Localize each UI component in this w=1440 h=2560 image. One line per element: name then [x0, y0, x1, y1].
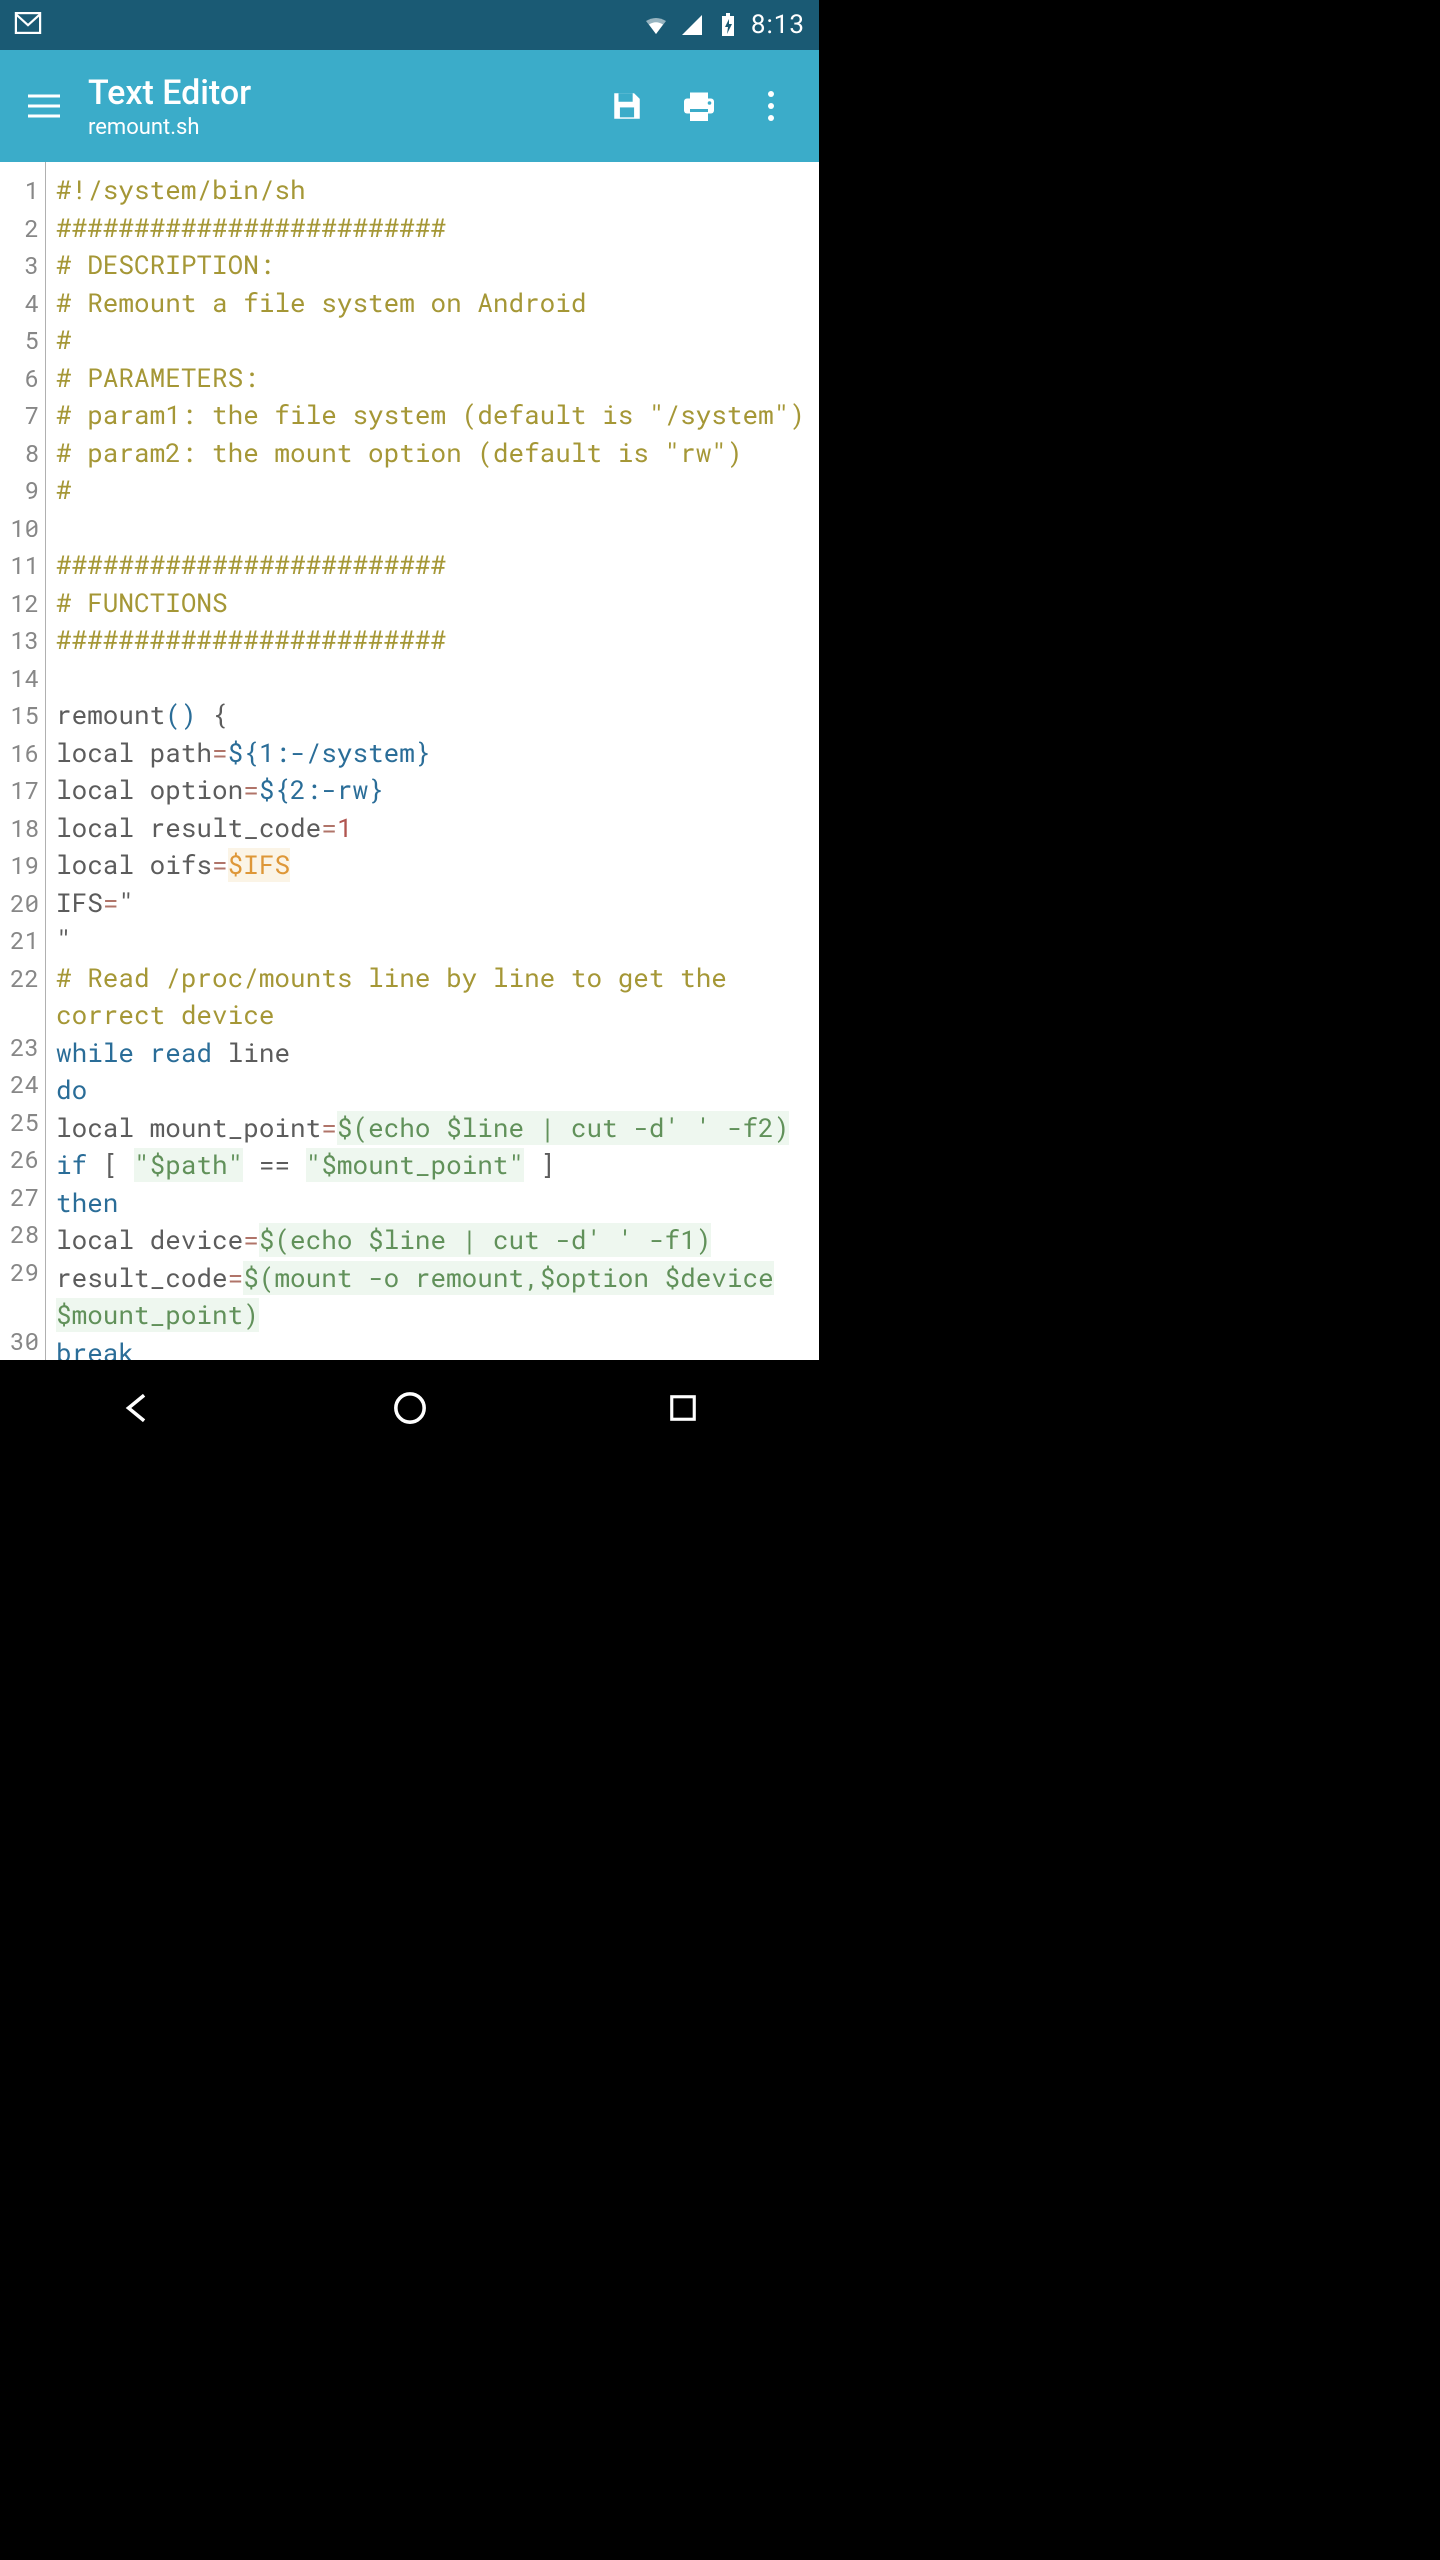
code-line[interactable]: local result_code=1 [56, 810, 809, 848]
code-line[interactable]: remount() { [56, 697, 809, 735]
more-vert-icon [767, 89, 775, 123]
line-number: 2 [0, 210, 45, 248]
editor-area[interactable]: 1234567891011121314151617181920212223242… [0, 162, 819, 1360]
line-number: 22 [0, 960, 45, 1029]
code-line[interactable]: # Remount a file system on Android [56, 285, 809, 323]
code-line[interactable]: result_code=$(mount -o remount,$option $… [56, 1260, 809, 1335]
line-number: 9 [0, 472, 45, 510]
gmail-icon [14, 12, 42, 34]
title-block: Text Editor remount.sh [88, 73, 591, 140]
overflow-button[interactable] [745, 80, 797, 132]
line-number: 14 [0, 660, 45, 698]
line-number: 4 [0, 285, 45, 323]
line-number: 15 [0, 697, 45, 735]
code-line[interactable]: local device=$(echo $line | cut -d' ' -f… [56, 1222, 809, 1260]
code-line[interactable] [56, 510, 809, 548]
code-line[interactable]: # FUNCTIONS [56, 585, 809, 623]
line-number: 8 [0, 435, 45, 473]
code-line[interactable]: ######################### [56, 210, 809, 248]
nav-recent-button[interactable] [663, 1388, 703, 1428]
line-number: 3 [0, 247, 45, 285]
status-right: 8:13 [643, 10, 805, 40]
line-number: 1 [0, 172, 45, 210]
code-line[interactable]: # param1: the file system (default is "/… [56, 397, 809, 435]
wifi-icon [643, 13, 669, 37]
app-bar: Text Editor remount.sh [0, 50, 819, 162]
line-number: 17 [0, 772, 45, 810]
code-line[interactable] [56, 660, 809, 698]
battery-icon [715, 13, 741, 37]
status-bar: 8:13 [0, 0, 819, 50]
code-line[interactable]: IFS=" [56, 885, 809, 923]
line-number: 12 [0, 585, 45, 623]
code-line[interactable]: # PARAMETERS: [56, 360, 809, 398]
code-line[interactable]: ######################### [56, 547, 809, 585]
code-line[interactable]: then [56, 1185, 809, 1223]
line-number: 20 [0, 885, 45, 923]
line-number: 29 [0, 1254, 45, 1323]
line-gutter: 1234567891011121314151617181920212223242… [0, 162, 46, 1360]
code-line[interactable]: while read line [56, 1035, 809, 1073]
code-content[interactable]: #!/system/bin/sh########################… [46, 162, 819, 1360]
code-line[interactable]: # param2: the mount option (default is "… [56, 435, 809, 473]
recent-icon [668, 1393, 698, 1423]
app-title: Text Editor [88, 73, 591, 113]
code-line[interactable]: local oifs=$IFS [56, 847, 809, 885]
nav-back-button[interactable] [117, 1388, 157, 1428]
line-number: 6 [0, 360, 45, 398]
line-number: 19 [0, 847, 45, 885]
save-icon [610, 89, 644, 123]
line-number: 28 [0, 1216, 45, 1254]
back-icon [120, 1391, 154, 1425]
code-line[interactable]: # [56, 322, 809, 360]
line-number: 10 [0, 510, 45, 548]
line-number: 11 [0, 547, 45, 585]
line-number: 26 [0, 1141, 45, 1179]
action-bar [591, 80, 807, 132]
home-icon [393, 1391, 427, 1425]
code-line[interactable]: # [56, 472, 809, 510]
code-line[interactable]: local option=${2:-rw} [56, 772, 809, 810]
line-number: 7 [0, 397, 45, 435]
file-name: remount.sh [88, 115, 591, 140]
line-number: 24 [0, 1066, 45, 1104]
status-left [14, 12, 643, 38]
line-number: 13 [0, 622, 45, 660]
nav-home-button[interactable] [390, 1388, 430, 1428]
line-number: 27 [0, 1179, 45, 1217]
line-number: 5 [0, 322, 45, 360]
print-button[interactable] [673, 80, 725, 132]
print-icon [681, 89, 717, 123]
code-line[interactable]: if [ "$path" == "$mount_point" ] [56, 1147, 809, 1185]
line-number: 23 [0, 1029, 45, 1067]
status-clock: 8:13 [751, 10, 805, 40]
code-line[interactable]: local mount_point=$(echo $line | cut -d'… [56, 1110, 809, 1148]
code-line[interactable]: local path=${1:-/system} [56, 735, 809, 773]
code-line[interactable]: #!/system/bin/sh [56, 172, 809, 210]
line-number: 21 [0, 922, 45, 960]
code-line[interactable]: ######################### [56, 622, 809, 660]
code-line[interactable]: # DESCRIPTION: [56, 247, 809, 285]
nav-bar [0, 1360, 819, 1456]
code-line[interactable]: break [56, 1335, 809, 1361]
code-line[interactable]: do [56, 1072, 809, 1110]
save-button[interactable] [601, 80, 653, 132]
code-line[interactable]: " [56, 922, 809, 960]
menu-icon [28, 94, 60, 118]
line-number: 30 [0, 1323, 45, 1361]
code-line[interactable]: # Read /proc/mounts line by line to get … [56, 960, 809, 1035]
line-number: 18 [0, 810, 45, 848]
line-number: 16 [0, 735, 45, 773]
menu-button[interactable] [18, 80, 70, 132]
line-number: 25 [0, 1104, 45, 1142]
cellular-icon [679, 13, 705, 37]
